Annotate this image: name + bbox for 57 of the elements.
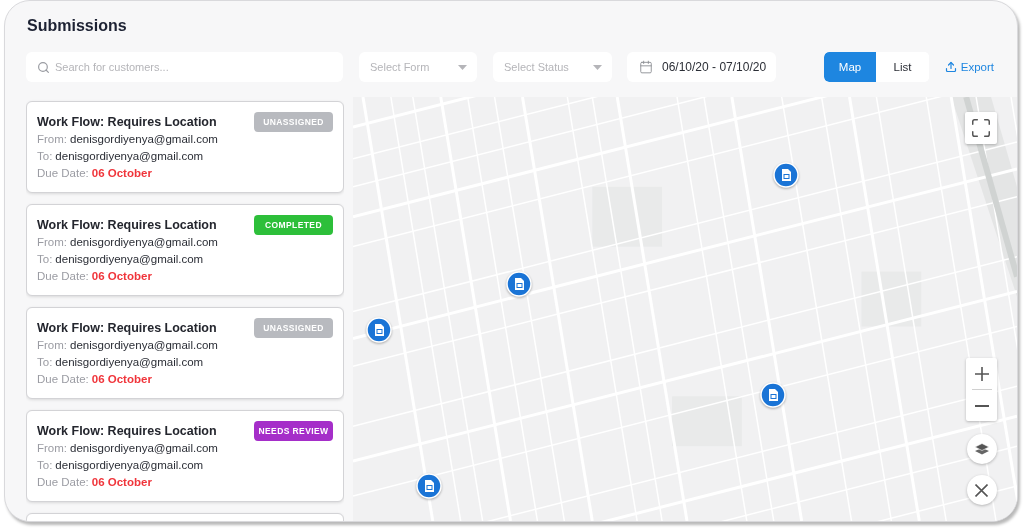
due-date: 06 October <box>91 372 152 387</box>
submission-card[interactable]: Work Flow: Requires Location UNASSIGNED From: denisgordiyenya@gmail.com To: denisgordiyenya@gmail.com Due Date: 06 October <box>26 307 344 399</box>
recipient-email: denisgordiyenya@gmail.com <box>55 355 204 370</box>
upload-icon <box>944 61 957 73</box>
document-pin-icon[interactable] <box>773 162 799 188</box>
sender-email: denisgordiyenya@gmail.com <box>70 235 218 250</box>
document-pin-icon[interactable] <box>506 271 532 297</box>
submission-card[interactable]: Work Flow: Requires Location NEEDS REVIEW From: denisgordiyenya@gmail.com To: denisgordiyenya@gmail.com Due Date: 06 October <box>26 410 344 502</box>
due-date-label: Due Date: <box>37 475 89 490</box>
sender-email: denisgordiyenya@gmail.com <box>70 441 218 456</box>
to-label: To: <box>37 149 53 164</box>
document-pin-icon[interactable] <box>760 382 786 408</box>
document-pin-icon[interactable] <box>366 317 392 343</box>
submission-card[interactable]: Work Flow: Requires Location UNASSIGNED From: denisgordiyenya@gmail.com To: denisgordiyenya@gmail.com Due Date: 06 October <box>26 101 344 193</box>
submission-title: Work Flow: Requires Location <box>37 320 217 337</box>
fullscreen-icon <box>970 117 992 139</box>
calendar-icon <box>639 60 653 74</box>
submission-title: Work Flow: Requires Location <box>37 423 217 440</box>
from-label: From: <box>37 441 68 456</box>
from-label: From: <box>37 338 68 353</box>
due-date-label: Due Date: <box>37 269 89 284</box>
status-badge: NEEDS REVIEW <box>254 421 333 441</box>
date-range-field[interactable]: 06/10/20 - 07/10/20 <box>627 52 776 82</box>
caret-icon <box>593 64 602 70</box>
due-date-label: Due Date: <box>37 166 89 181</box>
plus-icon <box>974 366 989 381</box>
sender-email: denisgordiyenya@gmail.com <box>70 132 218 147</box>
export-link[interactable]: Export <box>942 59 996 75</box>
page-title: Submissions <box>27 17 128 35</box>
due-date: 06 October <box>91 166 152 181</box>
close-icon <box>975 483 988 497</box>
from-label: From: <box>37 235 68 250</box>
status-badge: UNASSIGNED <box>254 112 333 132</box>
view-toggle-tab[interactable]: Map <box>823 52 877 82</box>
submission-title: Work Flow: Requires Location <box>37 217 217 234</box>
recipient-email: denisgordiyenya@gmail.com <box>55 458 204 473</box>
from-label: From: <box>37 132 68 147</box>
due-date-label: Due Date: <box>37 372 89 387</box>
due-date: 06 October <box>91 475 152 490</box>
recipient-email: denisgordiyenya@gmail.com <box>55 252 204 267</box>
to-label: To: <box>37 458 53 473</box>
fullscreen-button[interactable] <box>965 112 997 144</box>
status-badge: UNASSIGNED <box>254 318 333 338</box>
to-label: To: <box>37 355 53 370</box>
submission-title: Work Flow: Requires Location <box>37 114 217 131</box>
submission-card[interactable]: Work Flow: Requires Location COMPLETED From: denisgordiyenya@gmail.com To: denisgordiyenya@gmail.com Due Date: 06 October <box>26 204 344 296</box>
sender-email: denisgordiyenya@gmail.com <box>70 338 218 353</box>
search-field[interactable]: Search for customers... <box>26 52 343 82</box>
minus-icon <box>974 404 989 407</box>
caret-icon <box>458 64 467 70</box>
due-date: 06 October <box>91 269 152 284</box>
recipient-email: denisgordiyenya@gmail.com <box>55 149 204 164</box>
search-icon <box>37 61 50 74</box>
layers-icon <box>974 443 989 455</box>
document-pin-icon[interactable] <box>416 473 442 499</box>
to-label: To: <box>37 252 53 267</box>
status-badge: COMPLETED <box>254 215 333 235</box>
